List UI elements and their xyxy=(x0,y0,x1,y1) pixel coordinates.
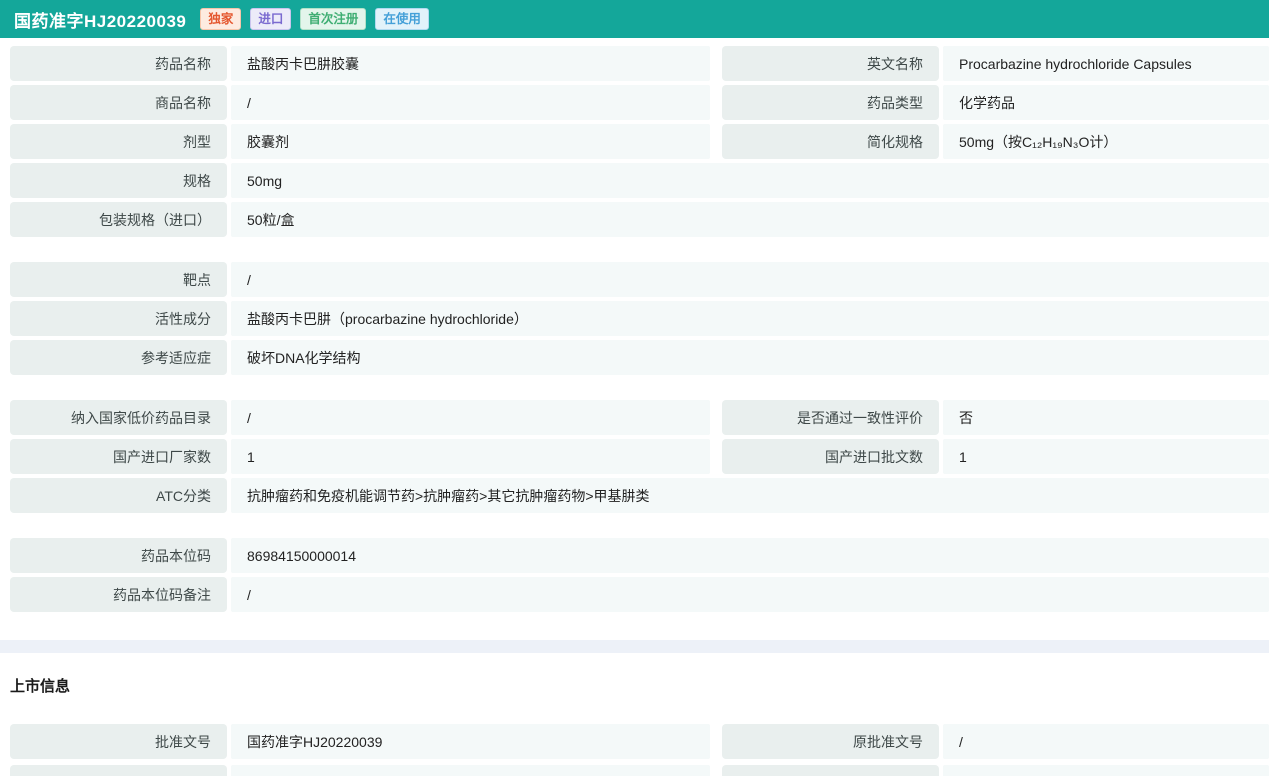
field-value: 盐酸丙卡巴肼（procarbazine hydrochloride） xyxy=(231,301,1269,336)
field-value: 国药准字HJ20220039 xyxy=(231,724,710,759)
field-label: 批准文号 xyxy=(10,724,227,759)
field-label: 是否通过一致性评价 xyxy=(722,400,939,435)
field-value: 化学药品 xyxy=(943,85,1269,120)
approval-number-title: 国药准字HJ20220039 xyxy=(14,7,186,32)
field-value: 1 xyxy=(943,439,1269,474)
field-value: 抗肿瘤药和免疫机能调节药>抗肿瘤药>其它抗肿瘤药物>甲基肼类 xyxy=(231,478,1269,513)
field-cell: ATC分类抗肿瘤药和免疫机能调节药>抗肿瘤药>其它抗肿瘤药物>甲基肼类 xyxy=(10,478,1269,513)
field-cell: 国产进口批文数1 xyxy=(722,439,1269,474)
field-label: ATC分类 xyxy=(10,478,227,513)
field-row: 靶点/ xyxy=(10,262,1269,297)
field-row: 药品本位码86984150000014 xyxy=(10,538,1269,573)
drug-detail-page: 国药准字HJ20220039 独家进口首次注册在使用 药品名称盐酸丙卡巴肼胶囊英… xyxy=(0,0,1269,776)
field-label: 纳入国家低价药品目录 xyxy=(10,400,227,435)
field-value: 胶囊剂 xyxy=(231,124,710,159)
field-cell xyxy=(10,765,710,776)
drug-info-content: 药品名称盐酸丙卡巴肼胶囊英文名称Procarbazine hydrochlori… xyxy=(0,38,1269,776)
field-value: 否 xyxy=(943,400,1269,435)
drug-info-sections: 药品名称盐酸丙卡巴肼胶囊英文名称Procarbazine hydrochlori… xyxy=(0,46,1269,612)
field-value: 86984150000014 xyxy=(231,538,1269,573)
field-cell: 参考适应症破坏DNA化学结构 xyxy=(10,340,1269,375)
status-badge: 独家 xyxy=(200,8,241,31)
marketing-section-title: 上市信息 xyxy=(10,675,1269,696)
field-value: Procarbazine hydrochloride Capsules xyxy=(943,46,1269,81)
field-row: ATC分类抗肿瘤药和免疫机能调节药>抗肿瘤药>其它抗肿瘤药物>甲基肼类 xyxy=(10,478,1269,513)
field-label: 简化规格 xyxy=(722,124,939,159)
field-cell: 是否通过一致性评价否 xyxy=(722,400,1269,435)
field-cell: 药品本位码86984150000014 xyxy=(10,538,1269,573)
field-label: 规格 xyxy=(10,163,227,198)
field-label: 药品名称 xyxy=(10,46,227,81)
field-label xyxy=(10,765,227,776)
field-row: 参考适应症破坏DNA化学结构 xyxy=(10,340,1269,375)
field-label: 活性成分 xyxy=(10,301,227,336)
field-value: 50mg（按C₁₂H₁₉N₃O计） xyxy=(943,124,1269,159)
field-cell: 活性成分盐酸丙卡巴肼（procarbazine hydrochloride） xyxy=(10,301,1269,336)
field-label: 包装规格（进口） xyxy=(10,202,227,237)
field-section: 纳入国家低价药品目录/是否通过一致性评价否国产进口厂家数1国产进口批文数1ATC… xyxy=(0,400,1269,513)
field-row: 包装规格（进口）50粒/盒 xyxy=(10,202,1269,237)
field-section: 药品名称盐酸丙卡巴肼胶囊英文名称Procarbazine hydrochlori… xyxy=(0,46,1269,237)
field-value: 盐酸丙卡巴肼胶囊 xyxy=(231,46,710,81)
badge-list: 独家进口首次注册在使用 xyxy=(200,8,438,31)
marketing-rows: 批准文号国药准字HJ20220039 原批准文号/ xyxy=(0,724,1269,776)
field-label: 靶点 xyxy=(10,262,227,297)
field-cell: 药品本位码备注/ xyxy=(10,577,1269,612)
field-row: 批准文号国药准字HJ20220039 原批准文号/ xyxy=(10,724,1269,759)
field-value: / xyxy=(231,262,1269,297)
section-separator xyxy=(0,640,1269,653)
status-badge: 在使用 xyxy=(375,8,429,31)
field-cell: 英文名称Procarbazine hydrochloride Capsules xyxy=(722,46,1269,81)
field-label: 药品本位码备注 xyxy=(10,577,227,612)
field-row: 商品名称/药品类型化学药品 xyxy=(10,85,1269,120)
field-label: 参考适应症 xyxy=(10,340,227,375)
approval-header: 国药准字HJ20220039 独家进口首次注册在使用 xyxy=(0,0,1269,38)
field-value xyxy=(943,765,1269,776)
field-cell: 规格50mg xyxy=(10,163,1269,198)
field-row: 药品名称盐酸丙卡巴肼胶囊英文名称Procarbazine hydrochlori… xyxy=(10,46,1269,81)
field-row: 剂型胶囊剂简化规格50mg（按C₁₂H₁₉N₃O计） xyxy=(10,124,1269,159)
field-label: 国产进口厂家数 xyxy=(10,439,227,474)
status-badge: 进口 xyxy=(250,8,291,31)
field-cell: 靶点/ xyxy=(10,262,1269,297)
field-value: 50mg xyxy=(231,163,1269,198)
field-label xyxy=(722,765,939,776)
field-value xyxy=(231,765,710,776)
field-cell: 批准文号国药准字HJ20220039 xyxy=(10,724,710,759)
field-label: 商品名称 xyxy=(10,85,227,120)
field-section: 靶点/活性成分盐酸丙卡巴肼（procarbazine hydrochloride… xyxy=(0,262,1269,375)
field-value: 50粒/盒 xyxy=(231,202,1269,237)
field-cell: 简化规格50mg（按C₁₂H₁₉N₃O计） xyxy=(722,124,1269,159)
field-cell: 剂型胶囊剂 xyxy=(10,124,710,159)
field-row: 纳入国家低价药品目录/是否通过一致性评价否 xyxy=(10,400,1269,435)
field-label: 药品本位码 xyxy=(10,538,227,573)
field-cell xyxy=(722,765,1269,776)
field-value: / xyxy=(943,724,1269,759)
field-value: 破坏DNA化学结构 xyxy=(231,340,1269,375)
field-cell: 药品类型化学药品 xyxy=(722,85,1269,120)
field-label: 原批准文号 xyxy=(722,724,939,759)
field-value: / xyxy=(231,85,710,120)
field-label: 药品类型 xyxy=(722,85,939,120)
field-cell: 纳入国家低价药品目录/ xyxy=(10,400,710,435)
field-cell: 包装规格（进口）50粒/盒 xyxy=(10,202,1269,237)
field-value: / xyxy=(231,577,1269,612)
field-value: 1 xyxy=(231,439,710,474)
field-section: 药品本位码86984150000014药品本位码备注/ xyxy=(0,538,1269,612)
field-label: 英文名称 xyxy=(722,46,939,81)
status-badge: 首次注册 xyxy=(300,8,366,31)
field-row: 活性成分盐酸丙卡巴肼（procarbazine hydrochloride） xyxy=(10,301,1269,336)
field-row: 国产进口厂家数1国产进口批文数1 xyxy=(10,439,1269,474)
field-row: 药品本位码备注/ xyxy=(10,577,1269,612)
field-row: 规格50mg xyxy=(10,163,1269,198)
field-cell: 国产进口厂家数1 xyxy=(10,439,710,474)
field-cell: 商品名称/ xyxy=(10,85,710,120)
field-value: / xyxy=(231,400,710,435)
field-cell: 药品名称盐酸丙卡巴肼胶囊 xyxy=(10,46,710,81)
field-label: 国产进口批文数 xyxy=(722,439,939,474)
field-cell: 原批准文号/ xyxy=(722,724,1269,759)
field-label: 剂型 xyxy=(10,124,227,159)
field-row xyxy=(10,765,1269,776)
